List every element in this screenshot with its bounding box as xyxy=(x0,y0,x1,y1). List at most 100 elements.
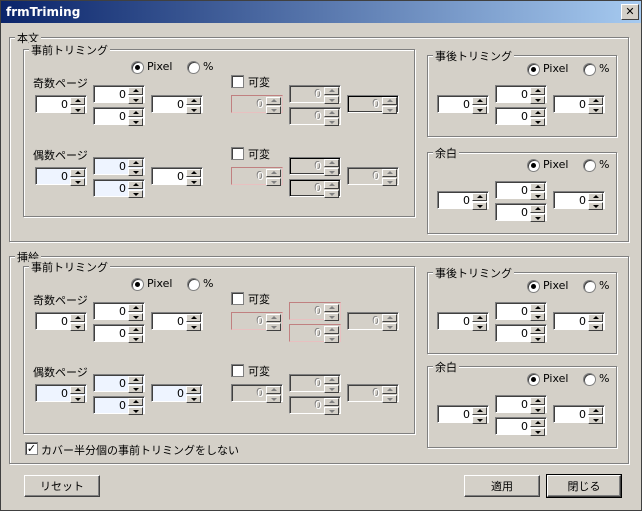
honbun-odd-var-left-spin[interactable]: 0 xyxy=(231,95,283,114)
spin-arrows-icon[interactable] xyxy=(530,205,545,222)
sashie-even-left-spin[interactable]: 0 xyxy=(35,384,87,403)
spin-arrows-icon[interactable] xyxy=(588,193,603,210)
honbun-margin-top-spin[interactable]: 0 xyxy=(495,181,547,200)
spin-arrows-icon[interactable] xyxy=(186,169,201,186)
spin-arrows-icon[interactable] xyxy=(588,407,603,424)
sashie-even-top-spin[interactable]: 0 xyxy=(93,374,145,393)
honbun-even-variable-checkbox[interactable] xyxy=(231,147,244,160)
spin-arrows-icon[interactable] xyxy=(324,109,339,126)
spin-arrows-icon[interactable] xyxy=(530,183,545,200)
honbun-post-top-spin[interactable]: 0 xyxy=(495,85,547,104)
honbun-odd-bottom-spin[interactable]: 0 xyxy=(93,107,145,126)
spin-arrows-icon[interactable] xyxy=(382,314,397,331)
honbun-even-var-right-spin[interactable]: 0 xyxy=(347,167,399,186)
spin-arrows-icon[interactable] xyxy=(128,326,143,343)
spin-arrows-icon[interactable] xyxy=(472,97,487,114)
spin-arrows-icon[interactable] xyxy=(266,169,281,186)
spin-arrows-icon[interactable] xyxy=(530,397,545,414)
spin-arrows-icon[interactable] xyxy=(128,304,143,321)
sashie-odd-var-left-spin[interactable]: 0 xyxy=(231,312,283,331)
sashie-post-right-spin[interactable]: 0 xyxy=(553,312,605,331)
spin-arrows-icon[interactable] xyxy=(128,159,143,176)
sashie-pre-percent-radio[interactable] xyxy=(187,278,200,291)
spin-arrows-icon[interactable] xyxy=(382,169,397,186)
spin-arrows-icon[interactable] xyxy=(70,97,85,114)
honbun-post-left-spin[interactable]: 0 xyxy=(437,95,489,114)
sashie-odd-var-bottom-spin[interactable]: 0 xyxy=(289,324,341,343)
sashie-odd-bottom-spin[interactable]: 0 xyxy=(93,324,145,343)
honbun-even-left-spin[interactable]: 0 xyxy=(35,167,87,186)
spin-arrows-icon[interactable] xyxy=(324,159,339,176)
spin-arrows-icon[interactable] xyxy=(588,97,603,114)
sashie-odd-top-spin[interactable]: 0 xyxy=(93,302,145,321)
spin-arrows-icon[interactable] xyxy=(324,304,339,321)
sashie-even-var-bottom-spin[interactable]: 0 xyxy=(289,396,341,415)
spin-arrows-icon[interactable] xyxy=(70,314,85,331)
honbun-margin-left-spin[interactable]: 0 xyxy=(437,191,489,210)
spin-arrows-icon[interactable] xyxy=(186,314,201,331)
spin-arrows-icon[interactable] xyxy=(266,97,281,114)
sashie-margin-pixel-radio[interactable] xyxy=(527,373,540,386)
honbun-pre-percent-radio[interactable] xyxy=(187,61,200,74)
sashie-post-bottom-spin[interactable]: 0 xyxy=(495,324,547,343)
spin-arrows-icon[interactable] xyxy=(186,97,201,114)
spin-arrows-icon[interactable] xyxy=(324,326,339,343)
sashie-margin-right-spin[interactable]: 0 xyxy=(553,405,605,424)
honbun-margin-right-spin[interactable]: 0 xyxy=(553,191,605,210)
spin-arrows-icon[interactable] xyxy=(186,386,201,403)
cover-checkbox[interactable]: ✓ xyxy=(25,442,38,455)
honbun-margin-percent-radio[interactable] xyxy=(583,159,596,172)
honbun-odd-var-right-spin[interactable]: 0 xyxy=(347,95,399,114)
spin-arrows-icon[interactable] xyxy=(530,87,545,104)
honbun-margin-pixel-radio[interactable] xyxy=(527,159,540,172)
sashie-margin-percent-radio[interactable] xyxy=(583,373,596,386)
spin-arrows-icon[interactable] xyxy=(266,314,281,331)
apply-button[interactable]: 適用 xyxy=(464,475,540,497)
honbun-even-var-left-spin[interactable]: 0 xyxy=(231,167,283,186)
honbun-post-pixel-radio[interactable] xyxy=(527,63,540,76)
honbun-post-right-spin[interactable]: 0 xyxy=(553,95,605,114)
honbun-odd-var-top-spin[interactable]: 0 xyxy=(289,85,341,104)
close-icon[interactable]: ✕ xyxy=(621,4,639,20)
spin-arrows-icon[interactable] xyxy=(128,87,143,104)
honbun-even-var-bottom-spin[interactable]: 0 xyxy=(289,179,341,198)
honbun-pre-pixel-radio[interactable] xyxy=(131,61,144,74)
spin-arrows-icon[interactable] xyxy=(472,314,487,331)
spin-arrows-icon[interactable] xyxy=(530,304,545,321)
spin-arrows-icon[interactable] xyxy=(324,181,339,198)
honbun-odd-var-bottom-spin[interactable]: 0 xyxy=(289,107,341,126)
honbun-odd-right-spin[interactable]: 0 xyxy=(151,95,203,114)
sashie-odd-variable-checkbox[interactable] xyxy=(231,292,244,305)
spin-arrows-icon[interactable] xyxy=(128,181,143,198)
honbun-odd-variable-checkbox[interactable] xyxy=(231,75,244,88)
sashie-even-bottom-spin[interactable]: 0 xyxy=(93,396,145,415)
spin-arrows-icon[interactable] xyxy=(324,87,339,104)
reset-button[interactable]: リセット xyxy=(24,475,100,497)
honbun-even-var-top-spin[interactable]: 0 xyxy=(289,157,341,176)
sashie-margin-top-spin[interactable]: 0 xyxy=(495,395,547,414)
sashie-pre-pixel-radio[interactable] xyxy=(131,278,144,291)
sashie-even-variable-checkbox[interactable] xyxy=(231,364,244,377)
sashie-post-pixel-radio[interactable] xyxy=(527,280,540,293)
spin-arrows-icon[interactable] xyxy=(70,169,85,186)
spin-arrows-icon[interactable] xyxy=(530,326,545,343)
spin-arrows-icon[interactable] xyxy=(70,386,85,403)
honbun-margin-bottom-spin[interactable]: 0 xyxy=(495,203,547,222)
sashie-margin-bottom-spin[interactable]: 0 xyxy=(495,417,547,436)
sashie-post-left-spin[interactable]: 0 xyxy=(437,312,489,331)
spin-arrows-icon[interactable] xyxy=(472,407,487,424)
spin-arrows-icon[interactable] xyxy=(128,398,143,415)
honbun-odd-left-spin[interactable]: 0 xyxy=(35,95,87,114)
spin-arrows-icon[interactable] xyxy=(324,398,339,415)
sashie-odd-var-right-spin[interactable]: 0 xyxy=(347,312,399,331)
sashie-margin-left-spin[interactable]: 0 xyxy=(437,405,489,424)
sashie-post-percent-radio[interactable] xyxy=(583,280,596,293)
sashie-even-right-spin[interactable]: 0 xyxy=(151,384,203,403)
close-button[interactable]: 閉じる xyxy=(546,474,622,498)
sashie-even-var-left-spin[interactable]: 0 xyxy=(231,384,283,403)
sashie-odd-var-top-spin[interactable]: 0 xyxy=(289,302,341,321)
sashie-post-top-spin[interactable]: 0 xyxy=(495,302,547,321)
honbun-even-bottom-spin[interactable]: 0 xyxy=(93,179,145,198)
spin-arrows-icon[interactable] xyxy=(128,376,143,393)
honbun-post-percent-radio[interactable] xyxy=(583,63,596,76)
